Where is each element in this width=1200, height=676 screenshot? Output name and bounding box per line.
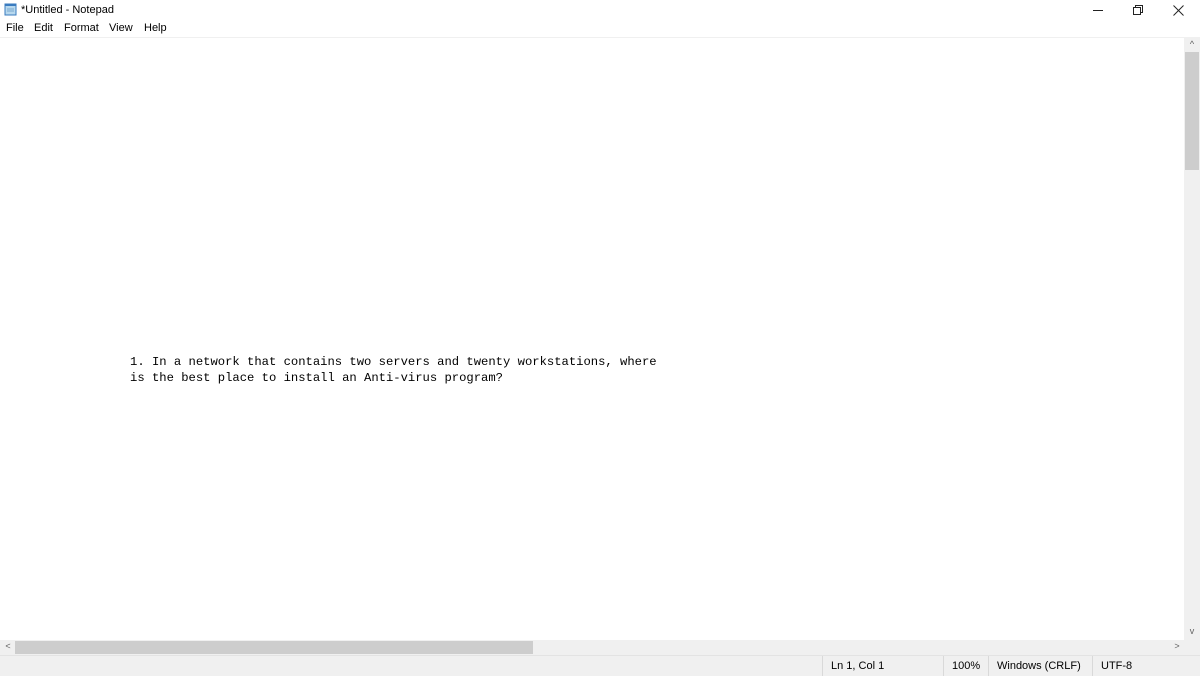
restore-icon: [1133, 5, 1143, 15]
menu-help[interactable]: Help: [144, 22, 167, 34]
scrollbar-corner: [1184, 640, 1200, 655]
minimize-button[interactable]: [1078, 0, 1118, 20]
menu-format[interactable]: Format: [64, 22, 99, 34]
restore-button[interactable]: [1118, 0, 1158, 20]
menu-bar: File Edit Format View Help: [0, 20, 1200, 38]
status-cursor-position: Ln 1, Col 1: [822, 656, 943, 676]
minimize-icon: [1093, 10, 1103, 11]
status-bar: Ln 1, Col 1 100% Windows (CRLF) UTF-8: [0, 655, 1200, 676]
window-title: *Untitled - Notepad: [21, 4, 114, 16]
status-encoding: UTF-8: [1092, 656, 1200, 676]
menu-view[interactable]: View: [109, 22, 133, 34]
title-bar: *Untitled - Notepad: [0, 0, 1200, 20]
editor-line: is the best place to install an Anti-vir…: [130, 371, 503, 385]
notepad-icon: [4, 3, 17, 16]
scroll-up-arrow-icon[interactable]: ^: [1184, 39, 1200, 49]
vertical-scrollbar[interactable]: ^ v: [1184, 38, 1200, 640]
scroll-left-arrow-icon[interactable]: <: [0, 641, 16, 651]
scroll-down-arrow-icon[interactable]: v: [1184, 626, 1200, 636]
vertical-scroll-thumb[interactable]: [1185, 52, 1199, 170]
close-icon: [1172, 4, 1184, 16]
editor-content[interactable]: 1. In a network that contains two server…: [130, 354, 657, 386]
editor-line: 1. In a network that contains two server…: [130, 355, 657, 369]
horizontal-scrollbar[interactable]: < >: [0, 640, 1184, 655]
close-button[interactable]: [1158, 0, 1198, 20]
scroll-right-arrow-icon[interactable]: >: [1169, 641, 1185, 651]
horizontal-scroll-thumb[interactable]: [15, 641, 533, 654]
menu-file[interactable]: File: [6, 22, 24, 34]
menu-edit[interactable]: Edit: [34, 22, 53, 34]
text-editor[interactable]: 1. In a network that contains two server…: [0, 38, 1184, 640]
status-zoom: 100%: [943, 656, 988, 676]
status-line-ending: Windows (CRLF): [988, 656, 1092, 676]
